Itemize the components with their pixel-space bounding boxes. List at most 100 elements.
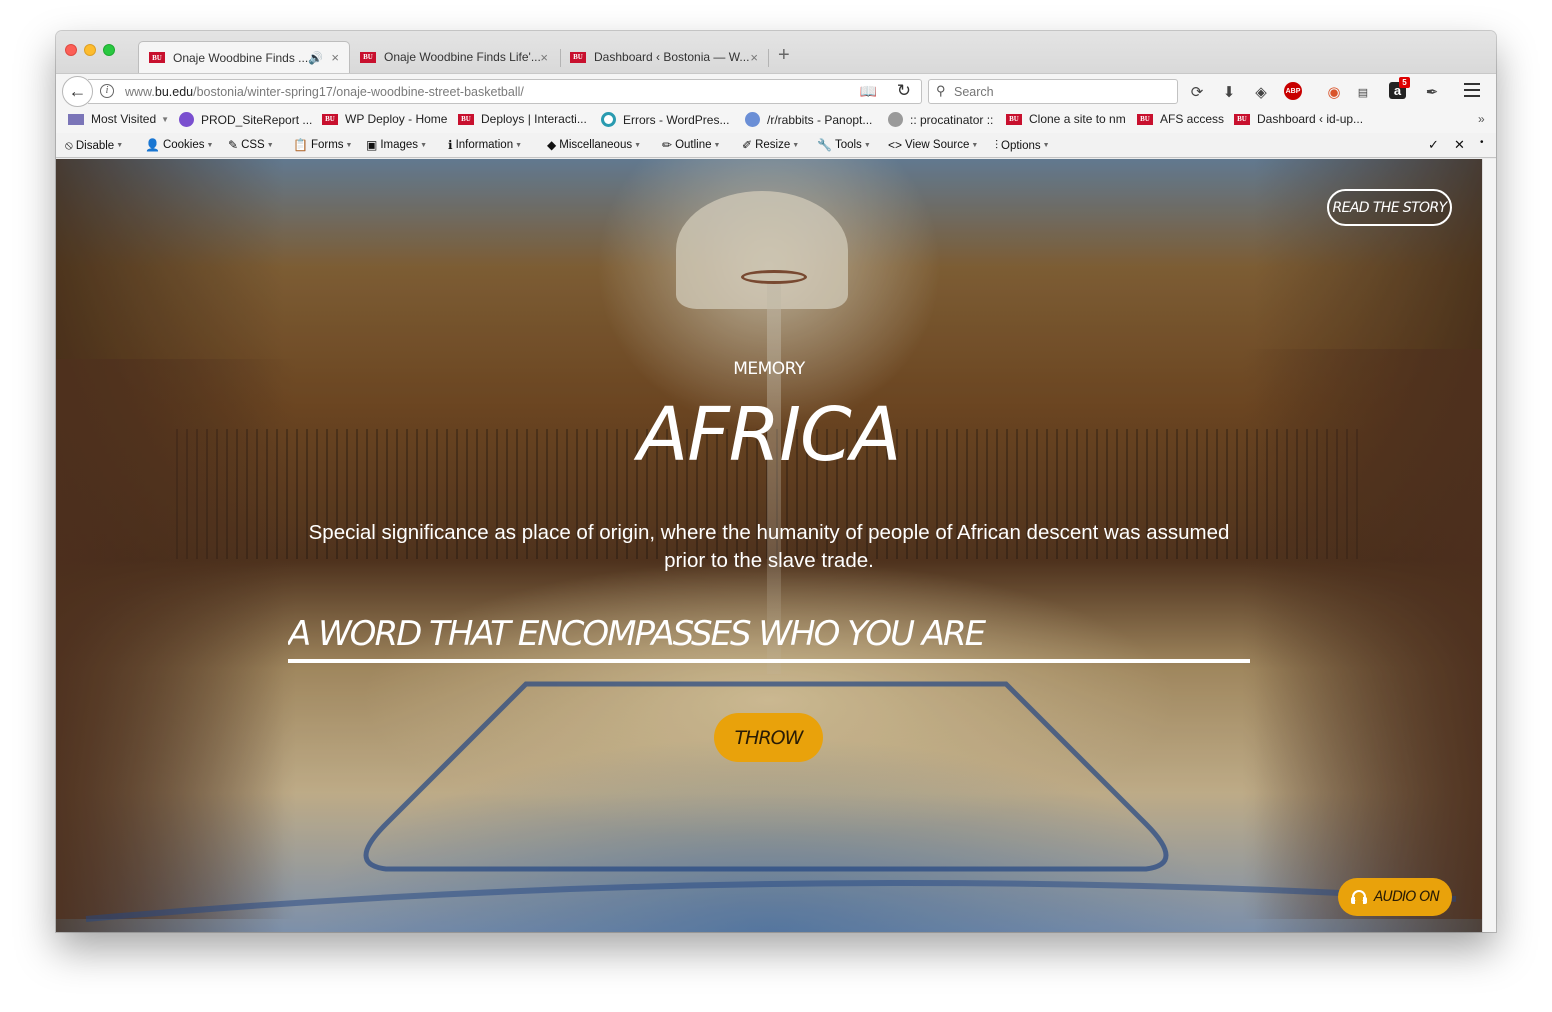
downloads-icon[interactable]: ⬇	[1219, 82, 1239, 102]
chevron-down-icon: ▼	[206, 141, 214, 149]
bookmark-label: Clone a site to nm	[1029, 112, 1126, 126]
web-developer-toolbar: ⦸ Disable ▼ 👤 Cookies ▼ ✎ CSS ▼ 📋 Forms ▼ ▣ Image…	[56, 133, 1496, 158]
bookmark-label: Deploys | Interacti...	[481, 112, 587, 126]
resize-pencil-icon: ✐	[742, 138, 753, 152]
tab-onaje-2[interactable]: BU Onaje Woodbine Finds Life'... ×	[350, 41, 558, 73]
bookmark-dashboard-id-up[interactable]: BU Dashboard ‹ id-up...	[1234, 112, 1363, 126]
checkmark-icon[interactable]: ✓	[1428, 137, 1439, 153]
dev-menu-label: Outline	[675, 139, 712, 151]
dev-menu-view-source[interactable]: <> View Source ▼	[888, 138, 978, 152]
reader-view-icon[interactable]: 📖	[860, 83, 877, 100]
bookmark-clone-site[interactable]: BU Clone a site to nm	[1006, 112, 1126, 126]
code-icon: <>	[888, 138, 903, 152]
word-definition: Special significance as place of origin,…	[308, 521, 1230, 572]
read-the-story-button[interactable]: READ THE STORY	[1327, 189, 1452, 226]
dev-menu-information[interactable]: ℹ Information ▼	[448, 138, 522, 152]
bookmark-deploys[interactable]: BU Deploys | Interacti...	[458, 112, 587, 126]
dev-menu-outline[interactable]: ✏ Outline ▼	[662, 138, 720, 152]
sliders-icon: ⫶	[995, 138, 999, 152]
dev-menu-label: Cookies	[162, 139, 205, 151]
bookmark-prod-sitereport[interactable]: PROD_SiteReport ...	[179, 112, 312, 127]
dev-menu-label: Information	[455, 139, 514, 151]
dev-menu-label: Disable	[75, 139, 115, 152]
dev-menu-cookies[interactable]: 👤 Cookies ▼	[145, 138, 213, 152]
new-tab-button[interactable]: +	[778, 45, 790, 65]
globe-icon	[888, 112, 903, 127]
minimize-window-button[interactable]	[84, 44, 96, 56]
page-hero: READ THE STORY MEMORY AFRICA Special sig…	[56, 159, 1482, 932]
bookmark-label: :: procatinator ::	[910, 112, 994, 127]
close-tab-icon[interactable]: ×	[331, 50, 339, 65]
chevron-down-icon: ▼	[266, 141, 274, 149]
chevron-down-icon: ▼	[345, 141, 353, 149]
dev-menu-resize[interactable]: ✐ Resize ▼	[742, 138, 799, 152]
page-scrollbar[interactable]	[1482, 159, 1496, 932]
search-bar[interactable]: ⚲	[928, 79, 1178, 104]
tab-title: Onaje Woodbine Finds Life'...	[384, 50, 541, 64]
tab-separator	[768, 49, 769, 67]
dev-menu-images[interactable]: ▣ Images ▼	[366, 138, 427, 152]
bookmark-label: AFS access	[1160, 112, 1225, 126]
pocket-icon[interactable]: ◈	[1251, 82, 1271, 102]
site-info-icon[interactable]: i	[100, 84, 114, 98]
bookmark-label: /r/rabbits - Panopt...	[767, 112, 873, 127]
bu-icon: BU	[1006, 113, 1022, 125]
chrome-like-extension-icon[interactable]: ◉	[1324, 82, 1344, 102]
bookmark-most-visited[interactable]: Most Visited ▼	[68, 112, 169, 126]
bookmark-procatinator[interactable]: :: procatinator ::	[888, 112, 993, 127]
bookmark-afs-access[interactable]: BU AFS access	[1137, 112, 1224, 126]
calendar-icon	[68, 113, 84, 125]
zoom-window-button[interactable]	[103, 44, 115, 56]
bookmark-errors-wordpress[interactable]: Errors - WordPres...	[601, 112, 729, 127]
dev-menu-options[interactable]: ⫶ Options ▼	[995, 138, 1050, 153]
category-label: MEMORY	[733, 359, 805, 379]
audio-toggle-button[interactable]: AUDIO ON	[1338, 878, 1452, 916]
word-input[interactable]	[288, 609, 1250, 663]
search-input[interactable]	[954, 83, 1164, 101]
chevron-down-icon: ▼	[792, 141, 800, 149]
eyedropper-icon[interactable]: ✒	[1422, 82, 1442, 102]
dev-menu-label: CSS	[241, 139, 265, 151]
extension-icon[interactable]: ▤	[1353, 82, 1373, 102]
tab-dashboard[interactable]: BU Dashboard ‹ Bostonia — W... ×	[560, 41, 768, 73]
url-text[interactable]: www.bu.edu/bostonia/winter-spring17/onaj…	[125, 85, 524, 99]
dev-menu-label: Options	[1001, 139, 1041, 152]
url-bar[interactable]: i www.bu.edu/bostonia/winter-spring17/on…	[88, 79, 922, 104]
tab-onaje-active[interactable]: BU Onaje Woodbine Finds ... 🔊 ×	[138, 41, 350, 73]
dev-menu-label: Images	[380, 139, 419, 151]
disable-icon: ⦸	[65, 138, 73, 152]
chevron-down-icon: ▼	[713, 141, 721, 149]
adblock-plus-icon[interactable]: ABP	[1284, 82, 1302, 100]
dev-menu-forms[interactable]: 📋 Forms ▼	[293, 138, 352, 152]
close-toolbar-icon[interactable]: ✕	[1454, 137, 1465, 153]
bookmarks-overflow-chevron-icon[interactable]: »	[1478, 112, 1485, 126]
search-icon: ⚲	[936, 83, 946, 98]
shield-icon	[745, 112, 760, 127]
back-button[interactable]: ←	[62, 76, 93, 107]
dev-menu-css[interactable]: ✎ CSS ▼	[228, 138, 274, 152]
toolbar-dot-icon: •	[1480, 137, 1484, 148]
close-window-button[interactable]	[65, 44, 77, 56]
chevron-down-icon: ▼	[1042, 142, 1050, 149]
close-tab-icon[interactable]: ×	[750, 50, 758, 65]
url-prefix: www.	[125, 85, 155, 99]
reload-icon[interactable]: ↻	[897, 81, 911, 101]
tab-title: Onaje Woodbine Finds ...	[173, 50, 309, 65]
url-path: /bostonia/winter-spring17/onaje-woodbine…	[193, 85, 524, 99]
dev-menu-tools[interactable]: 🔧 Tools ▼	[817, 138, 871, 152]
audio-toggle-label: AUDIO ON	[1373, 889, 1440, 905]
throw-button[interactable]: THROW	[714, 713, 823, 762]
speaker-icon[interactable]: 🔊	[308, 51, 323, 65]
bookmark-rabbits[interactable]: /r/rabbits - Panopt...	[745, 112, 872, 127]
chevron-down-icon: ▼	[863, 141, 871, 149]
dev-menu-disable[interactable]: ⦸ Disable ▼	[65, 138, 123, 153]
close-tab-icon[interactable]: ×	[540, 50, 548, 65]
purple-circle-icon	[179, 112, 194, 127]
menu-icon[interactable]	[1464, 83, 1480, 97]
dev-menu-miscellaneous[interactable]: ◆ Miscellaneous ▼	[547, 138, 641, 152]
amazon-icon[interactable]: a5	[1389, 77, 1410, 99]
sync-icon[interactable]: ⟳	[1187, 82, 1207, 102]
bookmark-label: Dashboard ‹ id-up...	[1257, 112, 1364, 126]
chevron-down-icon: ▼	[515, 141, 523, 149]
bookmark-wp-deploy[interactable]: BU WP Deploy - Home	[322, 112, 447, 126]
